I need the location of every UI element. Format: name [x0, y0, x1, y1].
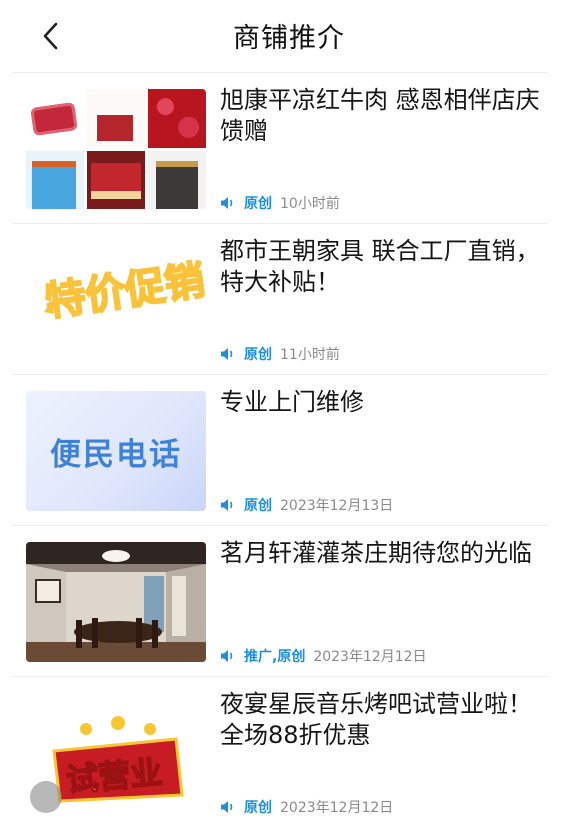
list-item[interactable]: 特价促销 都市王朝家具 联合工厂直销，特大补贴！ 原创 11小时前	[12, 223, 548, 374]
grand-opening-icon: 试营业	[30, 716, 184, 813]
item-tag: 原创	[244, 347, 272, 363]
item-time: 11小时前	[280, 347, 340, 363]
item-meta: 原创 2023年12月13日	[220, 495, 393, 515]
thumbnail-text: 便民电话	[50, 436, 182, 473]
speaker-icon	[221, 348, 233, 360]
shop-list: 旭康平凉红牛肉 感恩相伴店庆馈赠 原创 10小时前 特价促销 都市王朝家具 联合…	[12, 72, 548, 827]
list-item[interactable]: 茗月轩灌灌茶庄期待您的光临 推广,原创 2023年12月12日	[12, 525, 548, 676]
item-title[interactable]: 都市王朝家具 联合工厂直销，特大补贴！	[220, 236, 540, 298]
item-time: 2023年12月12日	[313, 649, 427, 665]
speaker-icon	[221, 650, 233, 662]
item-thumbnail[interactable]: 特价促销	[26, 240, 206, 360]
item-meta: 原创 2023年12月12日	[220, 797, 393, 817]
promo-text-top: 特价促销	[43, 258, 206, 326]
promo-sale-icon: 特价促销	[42, 257, 206, 327]
top-bar: 商铺推介	[0, 0, 578, 72]
speaker-icon	[221, 801, 233, 813]
item-thumbnail[interactable]	[26, 89, 206, 209]
item-thumbnail[interactable]: 试营业	[26, 699, 206, 819]
list-item[interactable]: 便民电话 专业上门维修 原创 2023年12月13日	[12, 374, 548, 525]
item-meta: 原创 11小时前	[220, 344, 340, 364]
tea-room-photo	[26, 542, 206, 662]
list-item[interactable]: 旭康平凉红牛肉 感恩相伴店庆馈赠 原创 10小时前	[12, 72, 548, 223]
item-time: 2023年12月13日	[280, 498, 394, 514]
speaker-icon	[221, 197, 233, 209]
list-item[interactable]: 试营业 夜宴星辰音乐烤吧试营业啦！全场88折优惠 原创 2023年12月12日	[12, 676, 548, 827]
item-meta: 推广,原创 2023年12月12日	[220, 646, 427, 666]
item-tag: 原创	[244, 196, 272, 212]
item-time: 10小时前	[280, 196, 340, 212]
item-thumbnail[interactable]	[26, 542, 206, 662]
item-time: 2023年12月12日	[280, 800, 394, 816]
item-title[interactable]: 旭康平凉红牛肉 感恩相伴店庆馈赠	[220, 85, 540, 147]
item-title[interactable]: 夜宴星辰音乐烤吧试营业啦！全场88折优惠	[220, 689, 540, 751]
item-title[interactable]: 茗月轩灌灌茶庄期待您的光临	[220, 538, 540, 569]
page-title: 商铺推介	[233, 23, 345, 54]
item-thumbnail[interactable]: 便民电话	[26, 391, 206, 511]
item-title[interactable]: 专业上门维修	[220, 387, 540, 418]
item-tag: 推广,原创	[244, 649, 306, 665]
speaker-icon	[221, 499, 233, 511]
beef-products-collage	[26, 89, 206, 209]
item-tag: 原创	[244, 498, 272, 514]
item-tag: 原创	[244, 800, 272, 816]
item-meta: 原创 10小时前	[220, 193, 340, 213]
